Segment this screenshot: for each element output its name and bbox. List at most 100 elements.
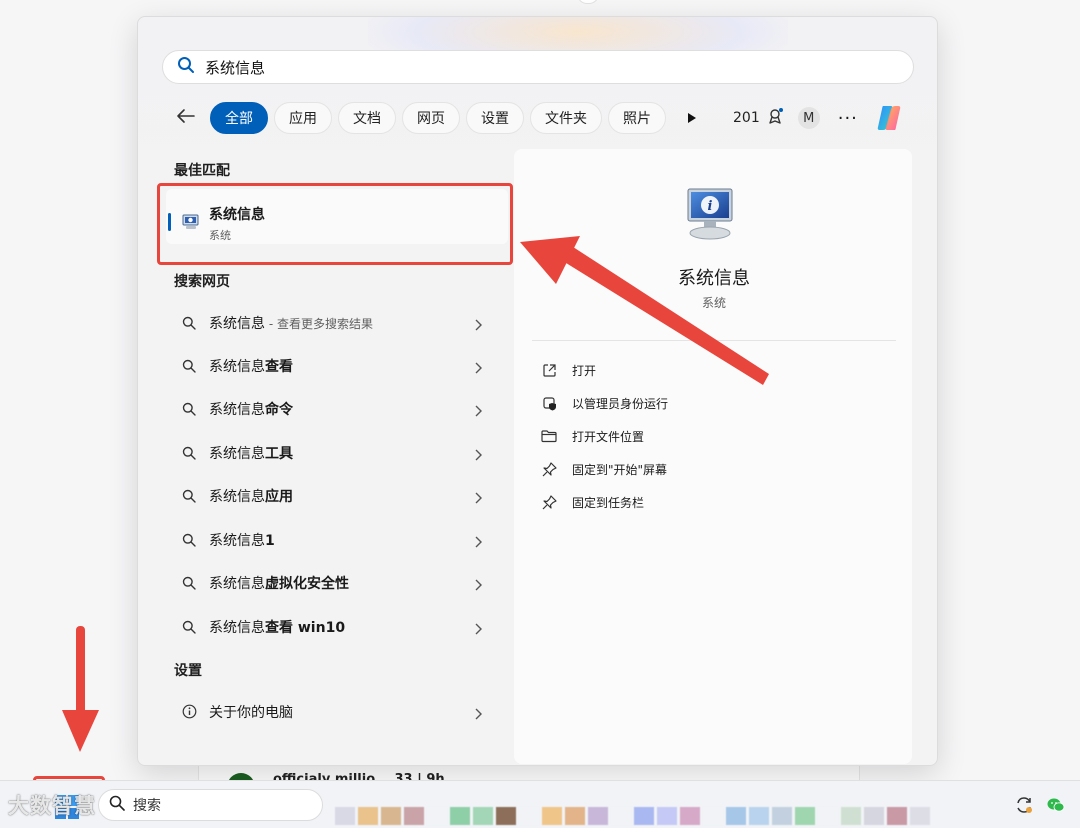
taskbar-search-label: 搜索 [133, 798, 161, 814]
start-search-panel: 全部 应用 文档 网页 设置 文件夹 照片 201 M ··· [137, 16, 938, 766]
taskbar-app[interactable] [565, 807, 585, 825]
web-result-label: 系统信息工具 [209, 446, 293, 462]
action-open[interactable]: 打开 [540, 355, 840, 385]
settings-result-about-pc[interactable]: 关于你的电脑 [166, 691, 508, 731]
tab-apps[interactable]: 应用 [274, 102, 332, 134]
search-icon [182, 532, 196, 551]
taskbar-app[interactable] [358, 807, 378, 825]
tab-all[interactable]: 全部 [210, 102, 268, 134]
taskbar-app[interactable] [841, 807, 861, 825]
tab-photos[interactable]: 照片 [608, 102, 666, 134]
back-button[interactable] [168, 101, 204, 135]
search-input[interactable] [205, 58, 805, 76]
action-label: 打开文件位置 [572, 429, 645, 444]
taskbar-app[interactable] [749, 807, 769, 825]
action-pin-to-taskbar[interactable]: 固定到任务栏 [540, 487, 840, 517]
tab-documents[interactable]: 文档 [338, 102, 396, 134]
best-match-heading: 最佳匹配 [174, 163, 230, 179]
taskbar-gap [703, 807, 723, 825]
taskbar-app[interactable] [910, 807, 930, 825]
preview-title: 系统信息 [678, 268, 750, 289]
taskbar-app[interactable] [542, 807, 562, 825]
taskbar-app[interactable] [680, 807, 700, 825]
play-icon [687, 109, 697, 128]
taskbar-app[interactable] [404, 807, 424, 825]
web-result-label: 系统信息查看 [209, 359, 293, 375]
taskbar-search[interactable]: 搜索 [98, 789, 323, 821]
search-icon [177, 56, 195, 78]
chevron-right-icon [474, 402, 482, 421]
rewards-points[interactable]: 201 [733, 110, 760, 126]
svg-text:i: i [708, 199, 713, 214]
search-box[interactable] [162, 50, 914, 84]
search-icon [182, 401, 196, 420]
preview-divider [532, 340, 896, 341]
taskbar-app[interactable] [887, 807, 907, 825]
taskbar-app[interactable] [588, 807, 608, 825]
taskbar-app[interactable] [381, 807, 401, 825]
web-search-heading: 搜索网页 [174, 274, 230, 290]
tab-settings[interactable]: 设置 [466, 102, 524, 134]
taskbar-app[interactable] [473, 807, 493, 825]
rewards-trophy-icon[interactable] [766, 107, 784, 129]
web-result-6[interactable]: 系统信息虚拟化安全性 [166, 562, 508, 602]
search-icon [182, 488, 196, 507]
action-label: 固定到任务栏 [572, 495, 645, 510]
settings-result-label: 关于你的电脑 [209, 705, 293, 721]
web-result-7[interactable]: 系统信息查看 win10 [166, 606, 508, 646]
avatar[interactable]: M [797, 107, 820, 129]
taskbar: 搜索 [0, 780, 1080, 828]
chevron-right-icon [474, 359, 482, 378]
action-open-file-location[interactable]: 打开文件位置 [540, 421, 840, 451]
taskbar-app[interactable] [772, 807, 792, 825]
tray-wechat-icon[interactable] [1044, 793, 1068, 817]
more-options-button[interactable]: ··· [838, 108, 858, 129]
search-icon [182, 575, 196, 594]
taskbar-app[interactable] [864, 807, 884, 825]
more-filters-button[interactable] [672, 102, 712, 134]
best-match-highlight-box [157, 183, 513, 265]
web-result-5[interactable]: 系统信息1 [166, 519, 508, 559]
web-result-0[interactable]: 系统信息 - 查看更多搜索结果 [166, 302, 508, 342]
taskbar-app[interactable] [335, 807, 355, 825]
chevron-right-icon [474, 576, 482, 595]
taskbar-app[interactable] [496, 807, 516, 825]
preview-subtitle: 系统 [701, 296, 726, 310]
web-result-2[interactable]: 系统信息命令 [166, 388, 508, 428]
web-result-label: 系统信息应用 [209, 489, 293, 505]
taskbar-app[interactable] [450, 807, 470, 825]
web-result-4[interactable]: 系统信息应用 [166, 475, 508, 515]
copilot-icon[interactable] [874, 103, 904, 133]
chevron-right-icon [474, 705, 482, 724]
open-external-icon [540, 361, 558, 379]
web-result-label: 系统信息 - 查看更多搜索结果 [209, 316, 373, 332]
taskbar-app[interactable] [795, 807, 815, 825]
arrow-left-icon [176, 108, 196, 128]
taskbar-app[interactable] [634, 807, 654, 825]
search-icon [182, 358, 196, 377]
chevron-right-icon [474, 620, 482, 639]
folder-icon [540, 427, 558, 445]
top-edge-indicator [577, 0, 599, 4]
chevron-right-icon [474, 446, 482, 465]
preview-pane: i 系统信息 系统 打开 以管理员身份运行 打开文件位置 固定到"开始"屏幕 固… [514, 149, 912, 764]
web-result-label: 系统信息查看 win10 [209, 620, 346, 636]
web-result-label: 系统信息虚拟化安全性 [209, 576, 349, 592]
web-result-1[interactable]: 系统信息查看 [166, 345, 508, 385]
watermark: 大数智慧 [8, 794, 96, 818]
taskbar-gap [611, 807, 631, 825]
taskbar-pinned-apps [335, 807, 933, 825]
header-tools: 201 M ··· [733, 101, 904, 135]
web-result-3[interactable]: 系统信息工具 [166, 432, 508, 472]
taskbar-gap [818, 807, 838, 825]
tab-web[interactable]: 网页 [402, 102, 460, 134]
settings-heading: 设置 [174, 663, 202, 679]
tab-folders[interactable]: 文件夹 [530, 102, 602, 134]
taskbar-app[interactable] [657, 807, 677, 825]
taskbar-app[interactable] [726, 807, 746, 825]
tray-sync-icon[interactable] [1012, 793, 1036, 817]
taskbar-gap [427, 807, 447, 825]
action-pin-to-start[interactable]: 固定到"开始"屏幕 [540, 454, 840, 484]
shield-icon [540, 394, 558, 412]
action-run-as-admin[interactable]: 以管理员身份运行 [540, 388, 840, 418]
